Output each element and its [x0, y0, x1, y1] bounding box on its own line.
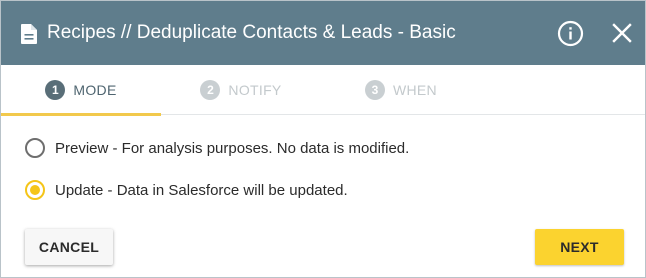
dialog-titlebar: Recipes // Deduplicate Contacts & Leads …: [1, 1, 645, 65]
active-tab-indicator: [1, 113, 161, 116]
update-radio[interactable]: [25, 180, 45, 200]
tab-notify-label: NOTIFY: [228, 82, 282, 98]
tab-when-number: 3: [365, 80, 385, 100]
recipe-dialog: Recipes // Deduplicate Contacts & Leads …: [0, 0, 646, 278]
tab-notify[interactable]: 2 NOTIFY: [161, 65, 321, 115]
update-option-label: Update - Data in Salesforce will be upda…: [55, 181, 348, 199]
close-icon[interactable]: [612, 23, 632, 43]
tab-mode-label: MODE: [73, 82, 117, 98]
next-button[interactable]: NEXT: [535, 229, 624, 265]
update-option[interactable]: Update - Data in Salesforce will be upda…: [25, 180, 348, 200]
document-icon: [21, 24, 37, 44]
cancel-button[interactable]: CANCEL: [25, 229, 113, 265]
preview-option[interactable]: Preview - For analysis purposes. No data…: [25, 138, 409, 158]
preview-radio[interactable]: [25, 138, 45, 158]
preview-option-label: Preview - For analysis purposes. No data…: [55, 139, 410, 157]
step-tabs: 1 MODE 2 NOTIFY 3 WHEN: [1, 65, 645, 116]
tab-when[interactable]: 3 WHEN: [321, 65, 481, 115]
tab-mode-number: 1: [45, 80, 66, 100]
tab-when-label: WHEN: [393, 82, 437, 98]
tab-mode[interactable]: 1 MODE: [1, 65, 161, 116]
tab-notify-number: 2: [200, 80, 221, 100]
info-icon[interactable]: [557, 20, 584, 47]
dialog-title: Recipes // Deduplicate Contacts & Leads …: [47, 22, 456, 43]
